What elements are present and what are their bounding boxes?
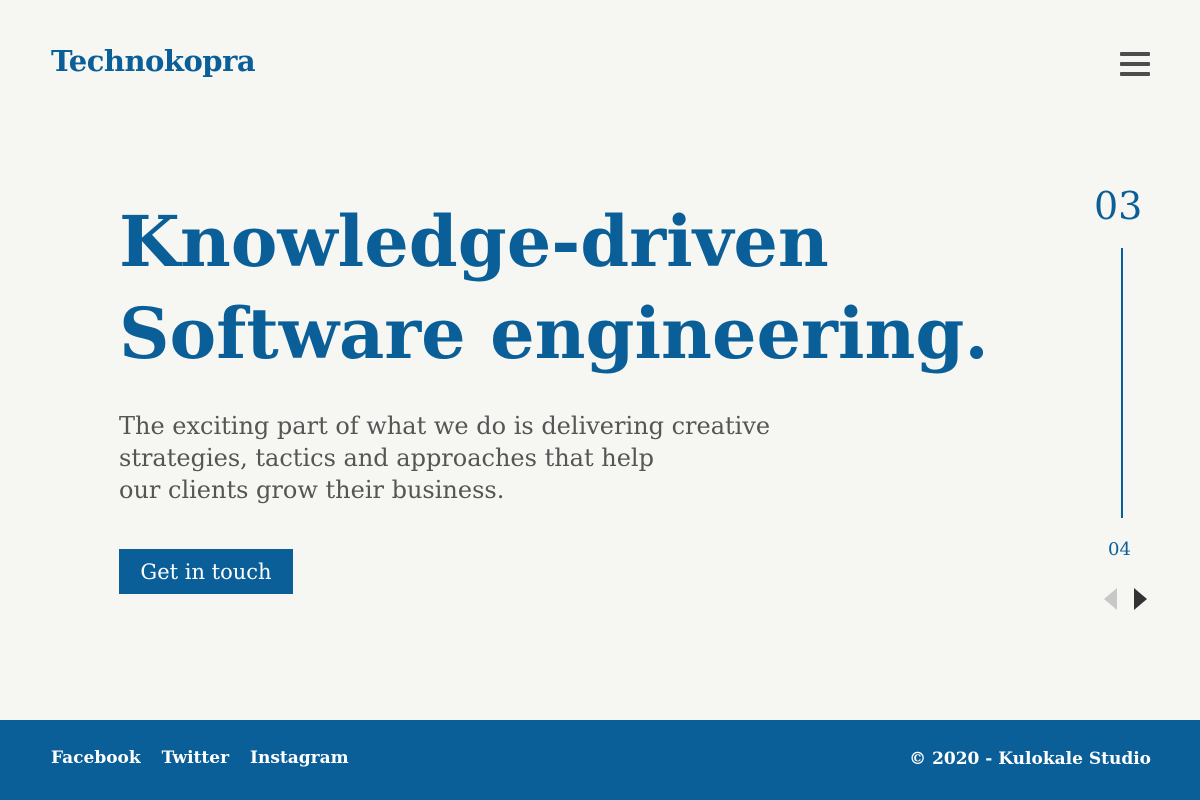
arrow-left-icon[interactable]	[1104, 588, 1117, 610]
next-slide-number: 04	[1108, 539, 1131, 560]
hero-description: The exciting part of what we do is deliv…	[119, 410, 859, 506]
site-footer: Facebook Twitter Instagram © 2020 - Kulo…	[0, 720, 1200, 800]
current-slide-number: 03	[1094, 184, 1143, 228]
hero-title: Knowledge-driven Software engineering.	[119, 196, 989, 380]
hero-description-line-3: our clients grow their business.	[119, 476, 505, 504]
get-in-touch-button[interactable]: Get in touch	[119, 549, 293, 594]
hero-description-line-1: The exciting part of what we do is deliv…	[119, 412, 771, 440]
facebook-link[interactable]: Facebook	[51, 748, 141, 768]
menu-bar	[1120, 62, 1150, 66]
hero-title-line-2: Software engineering.	[119, 292, 989, 375]
instagram-link[interactable]: Instagram	[250, 748, 349, 768]
menu-bar	[1120, 52, 1150, 56]
social-links: Facebook Twitter Instagram	[51, 748, 370, 768]
hero-description-line-2: strategies, tactics and approaches that …	[119, 444, 654, 472]
hamburger-menu-icon[interactable]	[1120, 52, 1152, 80]
menu-bar	[1120, 72, 1150, 76]
twitter-link[interactable]: Twitter	[162, 748, 229, 768]
logo[interactable]: Technokopra	[51, 44, 256, 78]
hero-title-line-1: Knowledge-driven	[119, 200, 829, 283]
arrow-right-icon[interactable]	[1134, 588, 1147, 610]
slide-progress-line	[1121, 248, 1123, 518]
copyright-text: © 2020 - Kulokale Studio	[909, 749, 1151, 769]
